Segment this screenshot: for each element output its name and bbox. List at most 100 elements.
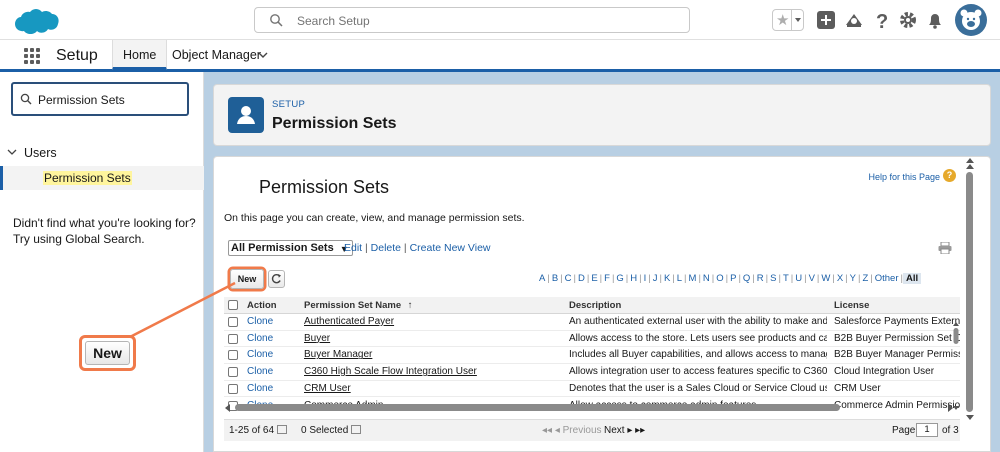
help-icon[interactable]: ? xyxy=(943,169,956,182)
clone-link[interactable]: Clone xyxy=(247,349,273,360)
alphabet-letter-r[interactable]: R xyxy=(755,273,766,284)
alphabet-letter-o[interactable]: O xyxy=(714,273,725,284)
permission-set-description: Allows integration user to access featur… xyxy=(569,366,827,378)
refresh-icon xyxy=(271,273,281,284)
alphabet-letter-y[interactable]: Y xyxy=(848,273,858,284)
vertical-scrollbar[interactable] xyxy=(964,158,976,420)
help-icon[interactable]: ? xyxy=(871,9,893,31)
permission-set-name-link[interactable]: Buyer Manager xyxy=(304,349,559,360)
column-header-description[interactable]: Description xyxy=(569,300,621,311)
alphabet-letter-t[interactable]: T xyxy=(781,273,791,284)
row-checkbox[interactable] xyxy=(228,367,238,378)
global-create-icon[interactable] xyxy=(815,9,837,31)
view-select[interactable]: All Permission Sets ▼ xyxy=(228,240,353,256)
alphabet-letter-all[interactable]: All xyxy=(902,273,922,284)
gear-icon[interactable] xyxy=(897,9,919,31)
clone-link[interactable]: Clone xyxy=(247,366,273,377)
column-header-name-label: Permission Set Name xyxy=(304,300,402,311)
alphabet-letter-s[interactable]: S xyxy=(768,273,778,284)
alphabet-letter-a[interactable]: A xyxy=(537,273,547,284)
new-button[interactable]: New xyxy=(230,269,264,289)
alphabet-letter-c[interactable]: C xyxy=(563,273,574,284)
permission-set-description: An authenticated external user with the … xyxy=(569,316,827,327)
permission-set-name-link[interactable]: Buyer xyxy=(304,333,559,344)
permission-set-license: Cloud Integration User xyxy=(834,366,935,378)
permission-set-name-link[interactable]: CRM User xyxy=(304,383,559,394)
chevron-down-icon[interactable] xyxy=(258,51,268,59)
delete-view-link[interactable]: Delete xyxy=(371,242,401,254)
table-row: Clone Buyer Allows access to the store. Le… xyxy=(224,331,960,348)
global-search-input[interactable]: Search Setup xyxy=(254,7,690,33)
quick-find-value: Permission Sets xyxy=(38,93,125,107)
permission-set-name-link[interactable]: C360 High Scale Flow Integration User xyxy=(304,366,559,377)
alphabet-letter-other[interactable]: Other xyxy=(873,273,901,284)
app-launcher-icon[interactable] xyxy=(24,48,40,64)
chevron-down-icon[interactable] xyxy=(7,147,17,157)
alphabet-letter-i[interactable]: I xyxy=(642,273,649,284)
tab-home[interactable]: Home xyxy=(112,40,168,70)
alphabet-letter-l[interactable]: L xyxy=(675,273,684,284)
list-title: Permission Sets xyxy=(259,177,390,197)
global-header: Search Setup ★ ? xyxy=(0,0,1000,40)
last-page-icon[interactable]: ▸▸ xyxy=(635,425,645,436)
alphabet-letter-e[interactable]: E xyxy=(589,273,599,284)
chevron-down-icon[interactable] xyxy=(351,425,362,434)
alphabet-letter-d[interactable]: D xyxy=(576,273,587,284)
trailhead-icon[interactable] xyxy=(843,9,865,31)
page-number-input[interactable]: 1 xyxy=(916,423,938,437)
salesforce-cloud-logo[interactable] xyxy=(10,6,60,38)
permission-set-name-link[interactable]: Authenticated Payer xyxy=(304,316,559,327)
not-found-hint: Didn't find what you're looking for? Try… xyxy=(13,215,196,247)
select-all-checkbox[interactable] xyxy=(228,300,238,310)
tab-object-manager[interactable]: Object Manager xyxy=(162,40,278,70)
permission-sets-table: Action Permission Set Name ↑ Description… xyxy=(224,297,960,413)
alphabet-letter-g[interactable]: G xyxy=(614,273,625,284)
quick-find-input[interactable]: Permission Sets xyxy=(11,82,189,116)
alphabet-letter-q[interactable]: Q xyxy=(741,273,752,284)
alphabet-letter-x[interactable]: X xyxy=(835,273,845,284)
next-page-link[interactable]: Next ▸ ▸▸ xyxy=(604,425,645,436)
alphabet-letter-w[interactable]: W xyxy=(819,273,832,284)
view-select-value: All Permission Sets xyxy=(231,242,334,254)
column-header-license[interactable]: License xyxy=(834,300,869,311)
alphabet-letter-b[interactable]: B xyxy=(550,273,560,284)
favorites-button[interactable]: ★ xyxy=(772,9,804,31)
alphabet-letter-z[interactable]: Z xyxy=(860,273,870,284)
previous-page-link: ◂◂ ◂ Previous xyxy=(542,425,602,436)
permission-set-license: Salesforce Payments Extern xyxy=(834,316,960,327)
clone-link[interactable]: Clone xyxy=(247,333,273,344)
sidebar-item-permission-sets[interactable]: Permission Sets xyxy=(0,166,204,190)
help-for-page-link[interactable]: Help for this Page xyxy=(868,172,940,182)
user-avatar[interactable] xyxy=(955,4,987,36)
row-checkbox[interactable] xyxy=(228,333,238,344)
row-checkbox[interactable] xyxy=(228,317,238,327)
alphabet-letter-v[interactable]: V xyxy=(807,273,817,284)
column-header-name[interactable]: Permission Set Name ↑ xyxy=(304,300,413,311)
alphabet-letter-j[interactable]: J xyxy=(651,273,660,284)
tree-group-users[interactable]: Users xyxy=(24,146,57,160)
chevron-down-icon[interactable] xyxy=(277,425,288,434)
horizontal-scrollbar[interactable] xyxy=(223,402,955,414)
refresh-button[interactable] xyxy=(268,270,285,288)
column-header-action[interactable]: Action xyxy=(247,300,277,311)
record-count[interactable]: 1-25 of 64 xyxy=(229,425,288,436)
alphabet-letter-p[interactable]: P xyxy=(728,273,738,284)
favorites-dropdown[interactable] xyxy=(791,10,803,30)
selected-count[interactable]: 0 Selected xyxy=(301,425,362,436)
notifications-bell-icon[interactable] xyxy=(924,9,946,31)
alphabet-letter-f[interactable]: F xyxy=(602,273,612,284)
edit-view-link[interactable]: Edit xyxy=(344,242,362,254)
create-view-link[interactable]: Create New View xyxy=(410,242,491,254)
alphabet-letter-k[interactable]: K xyxy=(662,273,672,284)
alphabet-letter-h[interactable]: H xyxy=(628,273,639,284)
alphabet-letter-n[interactable]: N xyxy=(701,273,712,284)
clone-link[interactable]: Clone xyxy=(247,383,273,394)
clone-link[interactable]: Clone xyxy=(247,316,273,327)
table-vertical-scrollbar[interactable] xyxy=(952,322,960,410)
alphabet-letter-m[interactable]: M xyxy=(687,273,699,284)
row-checkbox[interactable] xyxy=(228,383,238,394)
alphabet-letter-u[interactable]: U xyxy=(793,273,804,284)
printer-icon[interactable] xyxy=(938,242,952,254)
first-page-icon: ◂◂ xyxy=(542,425,553,436)
row-checkbox[interactable] xyxy=(228,350,238,361)
